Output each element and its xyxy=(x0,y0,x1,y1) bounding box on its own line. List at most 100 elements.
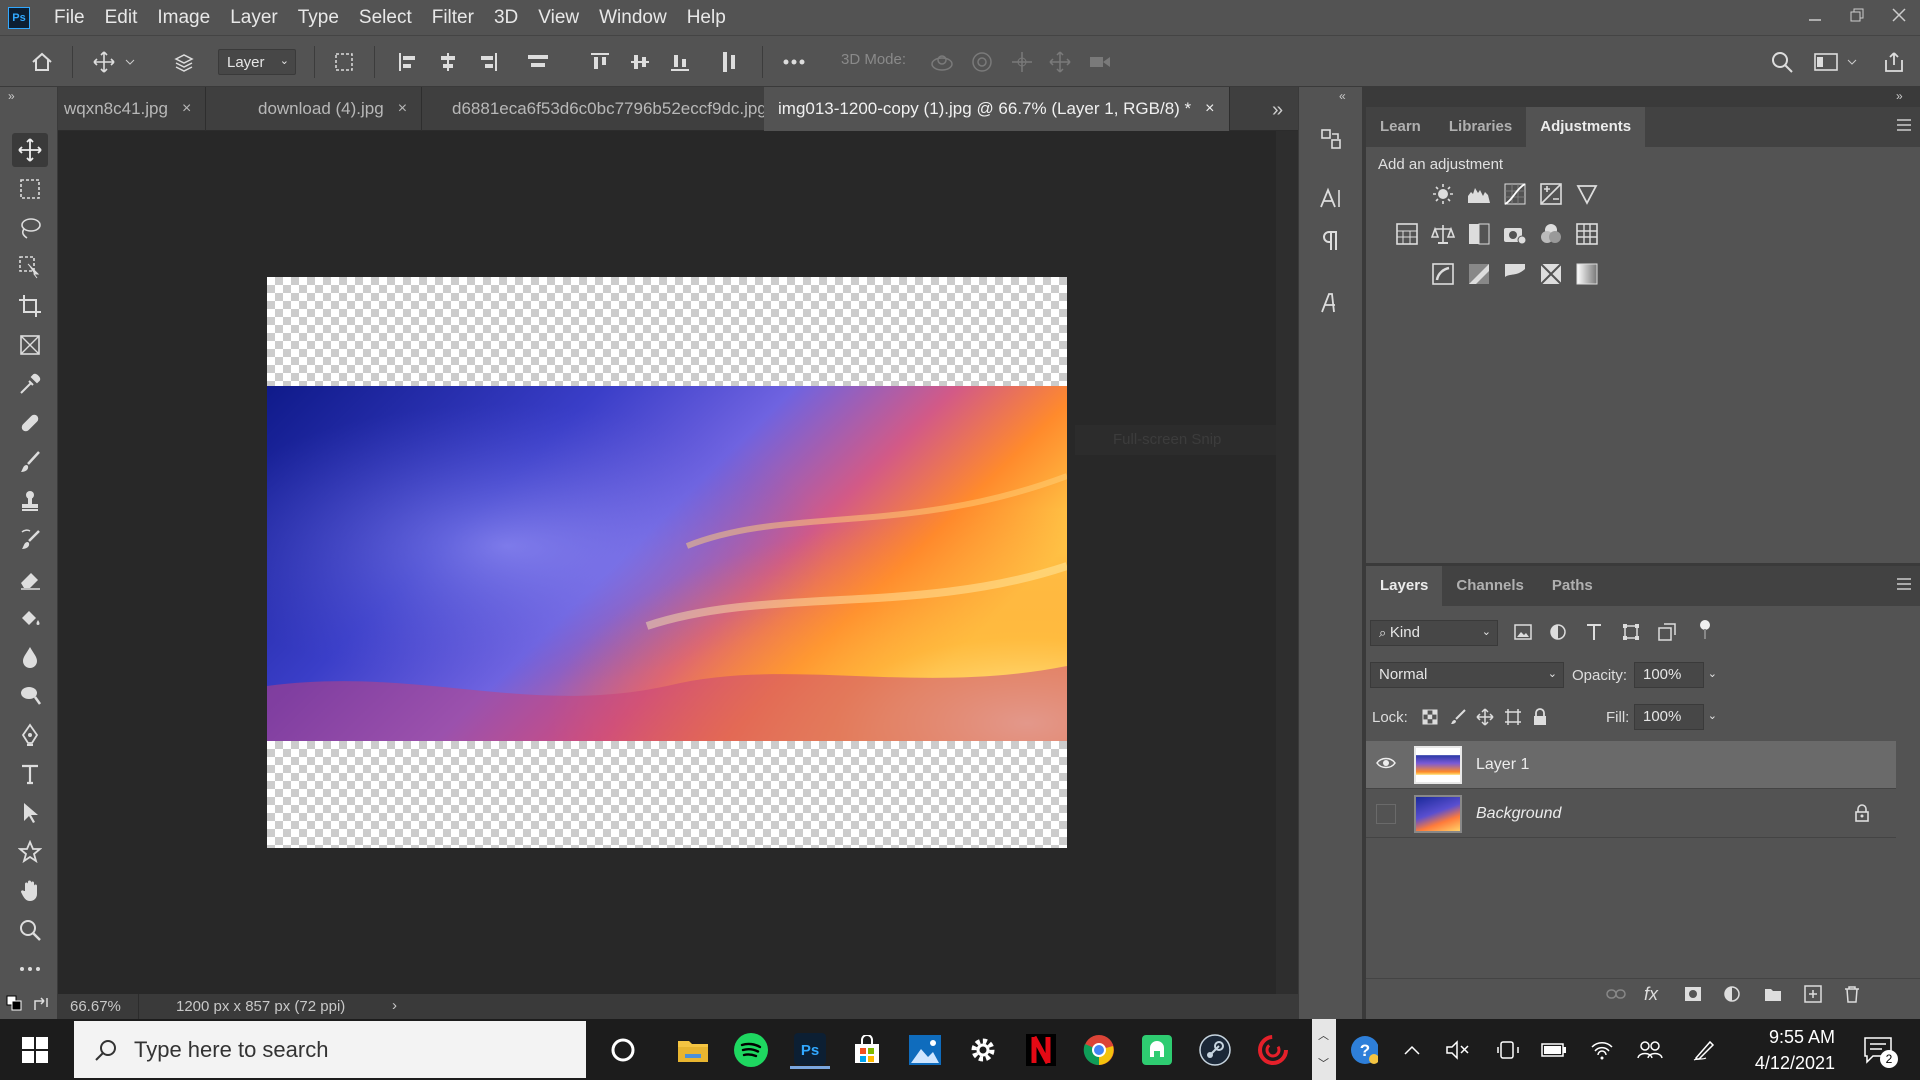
panel-menu-icon[interactable] xyxy=(1896,119,1912,131)
3d-roll-icon[interactable] xyxy=(968,48,996,76)
android-app-icon[interactable] xyxy=(1137,1031,1177,1069)
delete-layer-trash-icon[interactable] xyxy=(1844,985,1860,1003)
align-top-icon[interactable] xyxy=(586,48,614,76)
menu-3d[interactable]: 3D xyxy=(484,0,528,35)
steam-icon[interactable] xyxy=(1195,1031,1235,1069)
default-colors-icon[interactable] xyxy=(6,995,24,1013)
home-icon[interactable] xyxy=(28,48,56,76)
battery-icon[interactable] xyxy=(1540,1036,1568,1064)
document-tab[interactable]: d6881eca6f53d6c0bc7796b52eccf9dc.jpg× xyxy=(438,87,806,131)
close-window-button[interactable] xyxy=(1878,0,1920,30)
custom-shape-tool-icon[interactable] xyxy=(12,835,48,869)
shape-layer-filter-icon[interactable] xyxy=(1622,623,1640,641)
distribute-vertical-icon[interactable] xyxy=(524,48,552,76)
spotify-icon[interactable] xyxy=(731,1031,771,1069)
hand-tool-icon[interactable] xyxy=(12,874,48,908)
paragraph-panel-icon[interactable] xyxy=(1315,225,1347,257)
chevron-down-icon[interactable]: ⌄ xyxy=(1708,709,1717,722)
posterize-icon[interactable] xyxy=(1466,261,1492,287)
layer-filter-kind-dropdown[interactable]: ⌕ Kind ⌄ xyxy=(1370,620,1498,646)
device-sync-icon[interactable] xyxy=(1494,1036,1522,1064)
share-icon[interactable] xyxy=(1880,48,1908,76)
taskbar-clock[interactable]: 9:55 AM 4/12/2021 xyxy=(1755,1024,1835,1076)
tab-layers[interactable]: Layers xyxy=(1366,566,1443,606)
more-tabs-icon[interactable]: » xyxy=(1272,99,1283,122)
red-circle-app-icon[interactable] xyxy=(1253,1031,1293,1069)
lock-image-pixels-icon[interactable] xyxy=(1450,709,1466,725)
windows-start-icon[interactable] xyxy=(22,1037,48,1063)
move-tool-preset-icon[interactable] xyxy=(90,48,118,76)
3d-scale-camera-icon[interactable] xyxy=(1086,48,1114,76)
3d-orbit-icon[interactable] xyxy=(928,48,956,76)
hue-saturation-icon[interactable] xyxy=(1394,221,1420,247)
adjustment-layer-filter-icon[interactable] xyxy=(1550,624,1566,640)
pixel-layer-filter-icon[interactable] xyxy=(1514,624,1532,640)
collapse-panels-icon[interactable]: « xyxy=(1339,89,1346,103)
glyphs-panel-icon[interactable] xyxy=(1315,287,1347,319)
document-tab[interactable]: wqxn8c41.jpg × xyxy=(50,87,207,131)
tab-adjustments[interactable]: Adjustments xyxy=(1526,107,1646,147)
pen-workspace-icon[interactable] xyxy=(1690,1036,1718,1064)
pen-tool-icon[interactable] xyxy=(12,718,48,752)
tab-channels[interactable]: Channels xyxy=(1442,566,1538,606)
move-tool-icon[interactable] xyxy=(12,133,48,167)
align-center-icon[interactable] xyxy=(434,48,462,76)
color-lookup-icon[interactable] xyxy=(1574,221,1600,247)
blur-tool-icon[interactable] xyxy=(12,640,48,674)
align-middle-icon[interactable] xyxy=(626,48,654,76)
menu-select[interactable]: Select xyxy=(349,0,422,35)
healing-brush-tool-icon[interactable] xyxy=(12,406,48,440)
menu-view[interactable]: View xyxy=(528,0,589,35)
new-group-folder-icon[interactable] xyxy=(1764,986,1782,1002)
3d-pan-icon[interactable] xyxy=(1008,48,1036,76)
color-balance-icon[interactable] xyxy=(1430,221,1456,247)
layer-name[interactable]: Background xyxy=(1476,805,1561,823)
chevron-down-icon[interactable] xyxy=(1844,48,1860,76)
brush-tool-icon[interactable] xyxy=(12,445,48,479)
restore-button[interactable] xyxy=(1836,0,1878,30)
volume-muted-icon[interactable] xyxy=(1444,1036,1472,1064)
close-tab-icon[interactable]: × xyxy=(182,100,191,118)
tab-libraries[interactable]: Libraries xyxy=(1435,107,1526,147)
minimize-button[interactable] xyxy=(1794,0,1836,30)
filter-toggle-icon[interactable] xyxy=(1698,619,1712,641)
channel-mixer-icon[interactable] xyxy=(1538,221,1564,247)
black-white-icon[interactable] xyxy=(1466,221,1492,247)
eyedropper-tool-icon[interactable] xyxy=(12,367,48,401)
status-menu-arrow[interactable]: › xyxy=(392,997,397,1014)
taskbar-scroller[interactable]: ︿ ﹀ xyxy=(1312,1019,1336,1080)
marquee-tool-icon[interactable] xyxy=(12,172,48,206)
brightness-contrast-icon[interactable] xyxy=(1430,181,1456,207)
lock-all-icon[interactable] xyxy=(1532,708,1548,726)
show-hidden-icons-icon[interactable] xyxy=(1398,1036,1426,1064)
fill-input[interactable]: 100% ⌄ xyxy=(1634,704,1717,730)
lasso-tool-icon[interactable] xyxy=(12,211,48,245)
zoom-level[interactable]: 66.67% xyxy=(70,998,121,1015)
zoom-tool-icon[interactable] xyxy=(12,913,48,947)
photoshop-taskbar-icon[interactable]: Ps xyxy=(790,1031,830,1069)
history-panel-icon[interactable] xyxy=(1315,123,1347,155)
cortana-icon[interactable] xyxy=(603,1031,643,1069)
menu-help[interactable]: Help xyxy=(677,0,736,35)
threshold-icon[interactable] xyxy=(1502,261,1528,287)
type-layer-filter-icon[interactable] xyxy=(1586,623,1602,641)
object-selection-tool-icon[interactable] xyxy=(12,250,48,284)
more-options-icon[interactable] xyxy=(780,48,808,76)
taskbar-search-box[interactable]: Type here to search xyxy=(74,1021,586,1078)
path-selection-tool-icon[interactable] xyxy=(12,796,48,830)
collapse-dock-icon[interactable]: » xyxy=(1896,89,1903,103)
lock-transparent-pixels-icon[interactable] xyxy=(1422,709,1438,725)
auto-select-icon[interactable] xyxy=(170,48,198,76)
align-left-icon[interactable] xyxy=(394,48,422,76)
workspace-icon[interactable] xyxy=(1812,48,1840,76)
smart-object-filter-icon[interactable] xyxy=(1658,623,1676,641)
panel-menu-icon[interactable] xyxy=(1896,578,1912,590)
layer-name[interactable]: Layer 1 xyxy=(1476,756,1529,774)
visibility-toggle-empty[interactable] xyxy=(1376,804,1396,824)
align-right-icon[interactable] xyxy=(474,48,502,76)
invert-icon[interactable] xyxy=(1430,261,1456,287)
tab-paths[interactable]: Paths xyxy=(1538,566,1607,606)
menu-file[interactable]: File xyxy=(44,0,95,35)
layer-row-background[interactable]: Background xyxy=(1366,790,1896,838)
menu-image[interactable]: Image xyxy=(147,0,220,35)
